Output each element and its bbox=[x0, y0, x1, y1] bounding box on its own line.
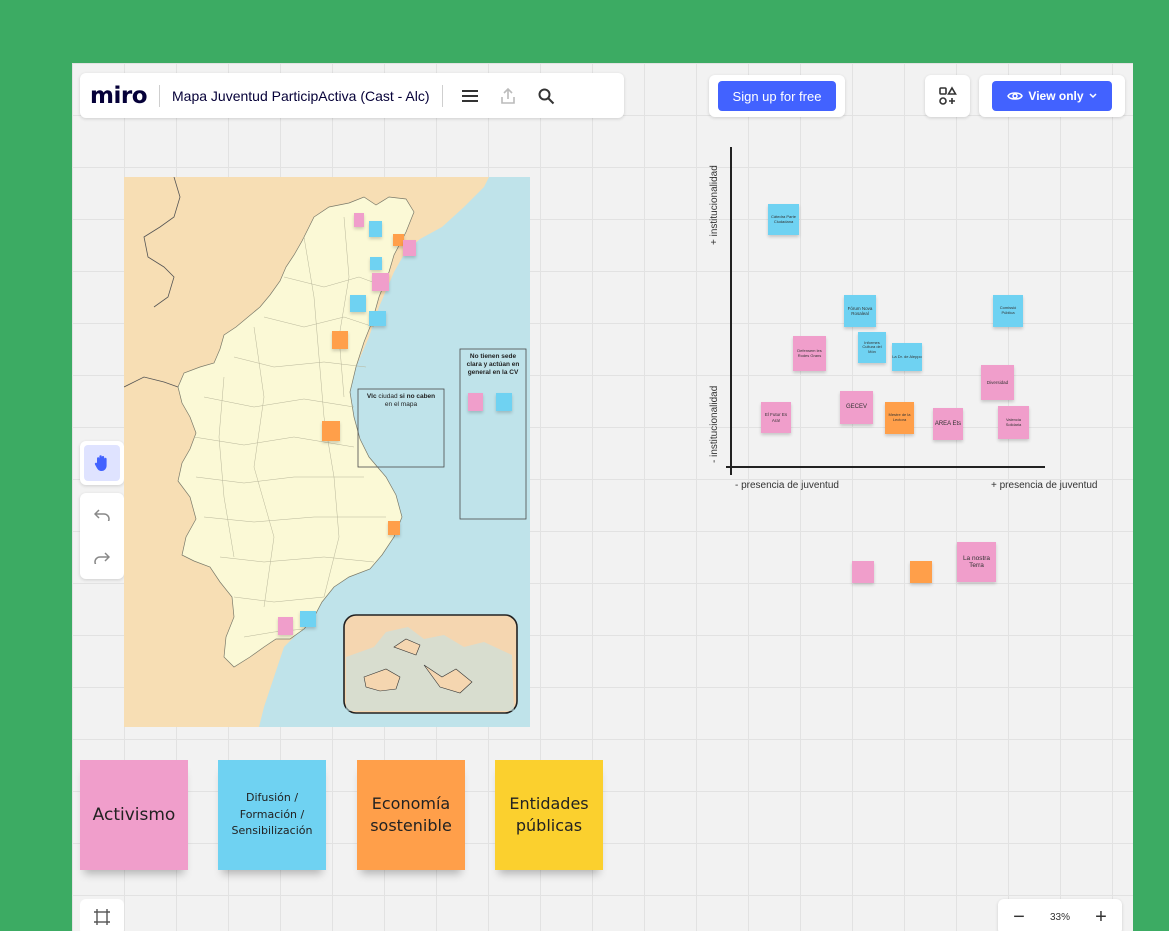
legend-difusion[interactable]: Difusión / Formación / Sensibilización bbox=[218, 760, 326, 870]
board-title[interactable]: Mapa Juventud ParticipActiva (Cast - Alc… bbox=[172, 88, 430, 104]
chevron-down-icon bbox=[1089, 93, 1097, 99]
map-note[interactable] bbox=[370, 257, 382, 270]
quadrant-note[interactable]: AREA Ets bbox=[933, 408, 963, 440]
hand-icon bbox=[94, 454, 110, 472]
zoom-in-button[interactable]: + bbox=[1090, 906, 1112, 929]
quadrant-note[interactable]: Informes Cultura del Món bbox=[858, 332, 886, 363]
menu-icon[interactable] bbox=[457, 83, 483, 109]
map-note[interactable] bbox=[468, 393, 483, 411]
eye-icon bbox=[1007, 90, 1024, 102]
view-only-panel: View only bbox=[979, 75, 1125, 117]
undo-icon[interactable] bbox=[94, 508, 110, 521]
no-sede-label: No tienen sede clara y actúan en general… bbox=[466, 353, 520, 377]
signup-button[interactable]: Sign up for free bbox=[718, 81, 836, 111]
map-note[interactable] bbox=[322, 421, 340, 441]
zoom-controls: − 33% + bbox=[998, 899, 1122, 931]
frames-button[interactable] bbox=[80, 899, 124, 931]
search-icon[interactable] bbox=[533, 83, 559, 109]
quadrant-note[interactable]: La Dr. de Aleppo bbox=[892, 343, 922, 371]
quadrant-note[interactable]: Valencia Solidaria bbox=[998, 406, 1029, 439]
toolbar-divider bbox=[159, 84, 160, 107]
redo-icon[interactable] bbox=[94, 551, 110, 564]
quadrant-note[interactable]: Defensem les Rodes Grans bbox=[793, 336, 826, 371]
map-note[interactable] bbox=[496, 393, 512, 411]
map-note[interactable] bbox=[388, 521, 400, 535]
x-axis-plus-label: + presencia de juventud bbox=[991, 480, 1098, 491]
quadrant-note[interactable]: Comissió Pública bbox=[993, 295, 1023, 327]
vlc-label: Vlc ciudad si no caben en el mapa bbox=[366, 393, 436, 409]
left-toolbar bbox=[80, 441, 124, 485]
x-axis-minus-label: - presencia de juventud bbox=[735, 480, 839, 491]
legend-entidades[interactable]: Entidades públicas bbox=[495, 760, 603, 870]
miro-logo[interactable]: miro bbox=[90, 83, 148, 109]
map-note[interactable] bbox=[369, 311, 386, 326]
map-drawing bbox=[124, 177, 527, 727]
quadrant-note[interactable]: La nostra Terra bbox=[957, 542, 996, 582]
zoom-out-button[interactable]: − bbox=[1008, 906, 1030, 929]
map-note[interactable] bbox=[278, 617, 293, 635]
shapes-panel bbox=[925, 75, 970, 117]
map-note[interactable] bbox=[403, 240, 416, 256]
whiteboard-canvas[interactable]: miro Mapa Juventud ParticipActiva (Cast … bbox=[72, 63, 1133, 931]
quadrant-note[interactable] bbox=[852, 561, 874, 583]
quadrant-note[interactable]: Cátedra Parte Ciudadana bbox=[768, 204, 799, 235]
frames-icon bbox=[93, 909, 111, 925]
map-note[interactable] bbox=[300, 611, 316, 627]
map-note[interactable] bbox=[369, 221, 382, 237]
quadrant-note[interactable]: Diversidad bbox=[981, 365, 1014, 400]
history-panel bbox=[80, 493, 124, 579]
quadrant-note[interactable]: Mestre de la Lectora bbox=[885, 402, 914, 434]
view-only-button[interactable]: View only bbox=[992, 81, 1112, 111]
toolbar-divider bbox=[441, 84, 443, 107]
map-note[interactable] bbox=[332, 331, 348, 349]
shapes-icon[interactable] bbox=[938, 86, 958, 106]
board-toolbar: miro Mapa Juventud ParticipActiva (Cast … bbox=[80, 73, 624, 118]
legend-activismo[interactable]: Activismo bbox=[80, 760, 188, 870]
legend-economia[interactable]: Economía sostenible bbox=[357, 760, 465, 870]
map-note[interactable] bbox=[354, 213, 364, 227]
y-axis-minus-label: - institucionalidad bbox=[709, 385, 720, 463]
quadrant-note[interactable]: Fórum Nova Rosaleal bbox=[844, 295, 876, 327]
zoom-level[interactable]: 33% bbox=[1050, 912, 1070, 923]
view-only-label: View only bbox=[1028, 89, 1084, 103]
hand-tool-button[interactable] bbox=[84, 445, 120, 481]
share-icon[interactable] bbox=[495, 83, 521, 109]
valencia-map[interactable]: No tienen sede clara y actúan en general… bbox=[124, 177, 530, 727]
signup-panel: Sign up for free bbox=[709, 75, 845, 117]
map-note[interactable] bbox=[372, 273, 389, 291]
quadrant-note[interactable]: GECEV bbox=[840, 391, 873, 424]
map-note[interactable] bbox=[350, 295, 366, 312]
quadrant-note[interactable]: El Futur Es Ara! bbox=[761, 402, 791, 433]
quadrant-note[interactable] bbox=[910, 561, 932, 583]
y-axis-plus-label: + institucionalidad bbox=[709, 165, 720, 245]
